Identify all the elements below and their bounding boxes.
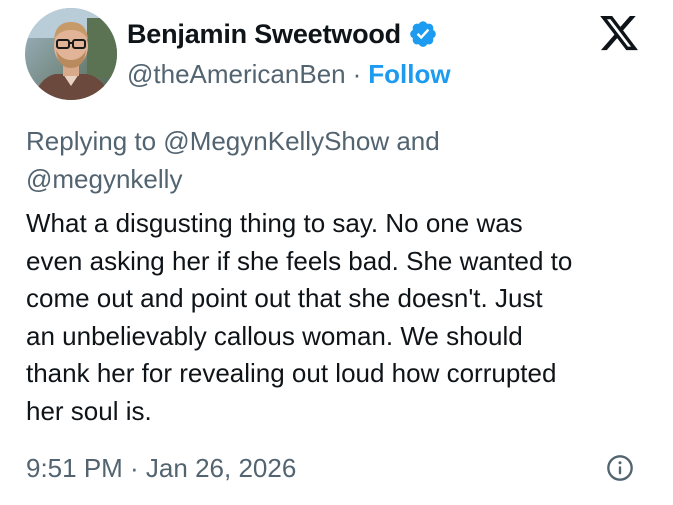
separator-dot: · [352, 58, 362, 89]
tweet-text-line: thank her for revealing out loud how cor… [26, 358, 557, 388]
handle-row: @theAmericanBen · Follow [127, 56, 451, 92]
tweet-text-line: come out and point out that she doesn't.… [26, 283, 543, 313]
x-logo-icon[interactable] [596, 12, 642, 54]
replying-to-line-2: @megynkelly [26, 164, 183, 194]
tweet-text-line: an unbelievably callous woman. We should [26, 320, 523, 351]
author-name[interactable]: Benjamin Sweetwood [127, 19, 401, 50]
verified-badge-icon [410, 21, 436, 47]
tweet-text-line: What a disgusting thing to say. No one w… [26, 208, 523, 238]
replying-to: Replying to @MegynKellyShow and @megynke… [26, 122, 586, 198]
tweet-timestamp[interactable]: 9:51 PM · Jan 26, 2026 [26, 448, 296, 488]
follow-button[interactable]: Follow [368, 59, 450, 90]
info-icon[interactable] [606, 454, 634, 482]
tweet-card: Benjamin Sweetwood @theAmericanBen · Fol… [0, 0, 673, 505]
avatar-photo [25, 8, 117, 100]
tweet-text-line: her soul is. [26, 395, 152, 426]
tweet-text: What a disgusting thing to say. No one w… [26, 205, 651, 430]
tweet-text-line: even asking her if she feels bad. She wa… [26, 245, 573, 276]
author-name-row: Benjamin Sweetwood [127, 14, 438, 54]
replying-to-line-1: Replying to @MegynKellyShow and [26, 126, 440, 156]
author-avatar[interactable] [25, 8, 117, 100]
author-handle[interactable]: @theAmericanBen [127, 59, 346, 90]
